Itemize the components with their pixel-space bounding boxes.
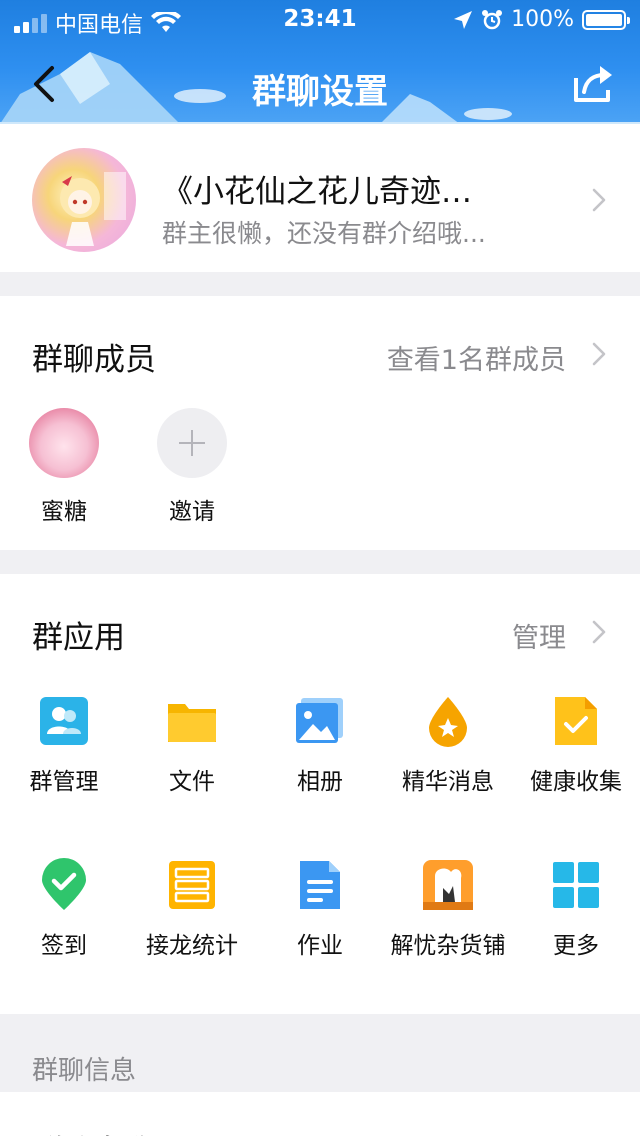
group-avatar bbox=[32, 148, 136, 252]
info-section-title: 群聊信息 bbox=[32, 1056, 137, 1086]
health-icon bbox=[555, 697, 597, 745]
group-name: 《小花仙之花儿奇迹… bbox=[162, 174, 472, 210]
group-name-label: 群聊名称 bbox=[32, 1126, 156, 1136]
manage-apps-link[interactable]: 管理 bbox=[512, 616, 566, 655]
share-icon[interactable] bbox=[570, 62, 616, 106]
album-icon bbox=[296, 698, 343, 743]
app-store[interactable]: 解忧杂货铺 bbox=[384, 858, 512, 960]
relay-icon bbox=[169, 861, 215, 909]
chevron-right-icon bbox=[592, 188, 606, 212]
app-label: 精华消息 bbox=[402, 769, 494, 795]
member-item[interactable]: 蜜糖 bbox=[24, 408, 104, 526]
app-homework[interactable]: 作业 bbox=[256, 858, 384, 960]
app-files[interactable]: 文件 bbox=[128, 694, 256, 796]
app-health[interactable]: 健康收集 bbox=[512, 694, 640, 796]
app-label: 文件 bbox=[169, 769, 215, 795]
more-grid-icon bbox=[553, 862, 599, 908]
battery-icon bbox=[582, 9, 630, 30]
group-description: 群主很懒，还没有群介绍哦... bbox=[162, 219, 486, 248]
app-label: 健康收集 bbox=[530, 769, 622, 795]
app-album[interactable]: 相册 bbox=[256, 694, 384, 796]
members-section: 群聊成员 查看1名群成员 蜜糖 邀请 bbox=[0, 296, 640, 550]
apps-title: 群应用 bbox=[32, 620, 125, 656]
app-checkin[interactable]: 签到 bbox=[0, 858, 128, 960]
invite-button[interactable]: 邀请 bbox=[152, 408, 232, 526]
group-manage-icon bbox=[40, 697, 88, 745]
plus-icon bbox=[157, 408, 227, 478]
location-arrow-icon bbox=[454, 10, 473, 29]
app-label: 作业 bbox=[297, 933, 343, 959]
member-avatar bbox=[29, 408, 99, 478]
store-icon bbox=[423, 860, 473, 910]
chevron-right-icon bbox=[592, 620, 606, 644]
app-label: 群管理 bbox=[29, 769, 99, 795]
group-name-row[interactable]: 群聊名称 bbox=[0, 1092, 640, 1136]
member-name: 蜜糖 bbox=[41, 499, 87, 525]
app-label: 接龙统计 bbox=[146, 933, 238, 959]
invite-label: 邀请 bbox=[169, 499, 215, 525]
app-group-manage[interactable]: 群管理 bbox=[0, 694, 128, 796]
view-members-link[interactable]: 查看1名群成员 bbox=[387, 338, 566, 377]
app-more[interactable]: 更多 bbox=[512, 858, 640, 960]
app-label: 相册 bbox=[297, 769, 343, 795]
checkin-icon bbox=[42, 858, 86, 910]
highlight-icon bbox=[429, 697, 467, 747]
app-label: 更多 bbox=[553, 933, 599, 959]
header: 中国电信 23:41 100% 群聊设置 bbox=[0, 0, 640, 124]
group-profile-card[interactable]: 《小花仙之花儿奇迹… 群主很懒，还没有群介绍哦... bbox=[0, 124, 640, 272]
battery-percent: 100% bbox=[511, 7, 574, 32]
homework-icon bbox=[300, 861, 340, 909]
app-label: 解忧杂货铺 bbox=[390, 933, 506, 959]
folder-icon bbox=[168, 704, 216, 742]
alarm-icon bbox=[482, 9, 503, 29]
page-title: 群聊设置 bbox=[252, 72, 388, 112]
app-highlights[interactable]: 精华消息 bbox=[384, 694, 512, 796]
app-relay[interactable]: 接龙统计 bbox=[128, 858, 256, 960]
nav-bar: 群聊设置 bbox=[0, 44, 640, 124]
group-apps-section: 群应用 管理 群管理 文件 相册 精华消息 健康收集 签到 接龙统计 作业 解忧… bbox=[0, 574, 640, 1014]
chevron-right-icon bbox=[592, 342, 606, 366]
members-title: 群聊成员 bbox=[32, 342, 156, 378]
status-bar: 中国电信 23:41 100% bbox=[0, 0, 640, 40]
app-label: 签到 bbox=[41, 933, 87, 959]
